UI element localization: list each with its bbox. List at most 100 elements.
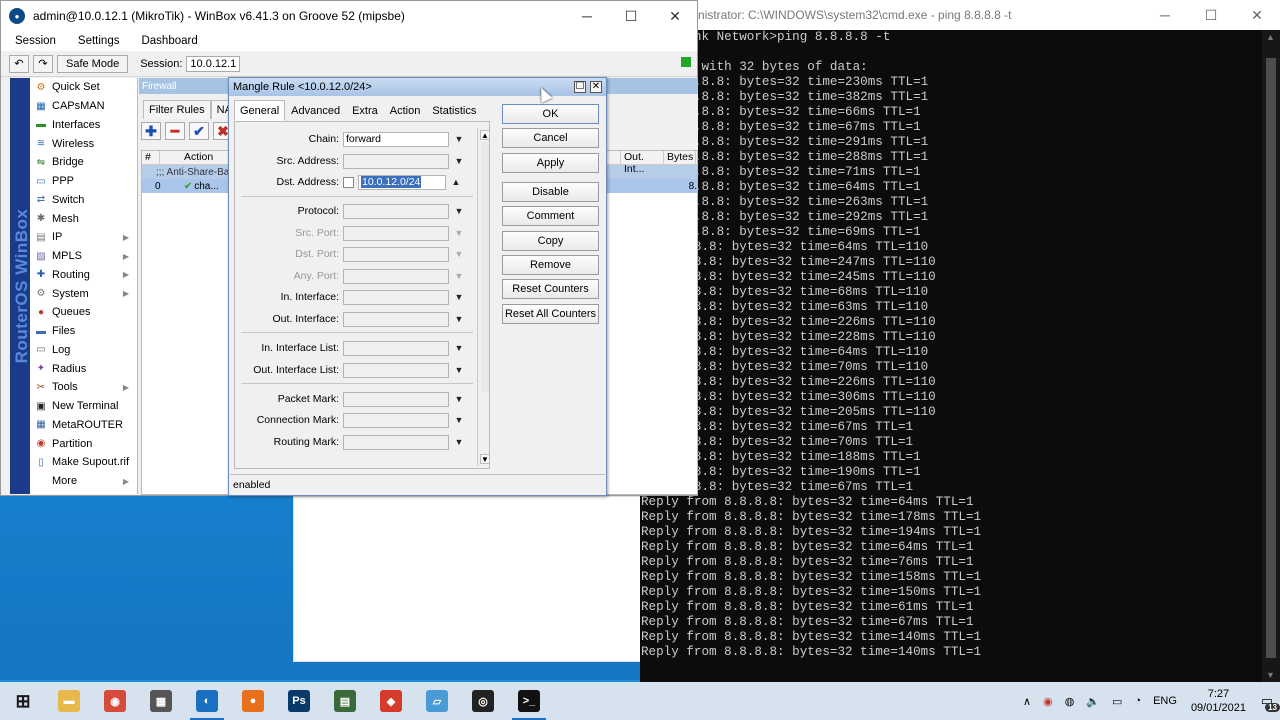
tab-action[interactable]: Action: [384, 100, 427, 121]
dialog-maximize-icon[interactable]: ☐: [574, 81, 586, 93]
routing-mark-dropdown-icon[interactable]: ▼: [454, 437, 464, 447]
cmd-taskbar-icon[interactable]: >_: [506, 682, 552, 720]
tray-security-icon[interactable]: ◍: [1065, 695, 1075, 708]
enable-icon[interactable]: ✔: [189, 122, 209, 140]
column-bytes[interactable]: Bytes: [664, 151, 696, 164]
dialog-close-icon[interactable]: ✕: [590, 81, 602, 93]
close-icon[interactable]: ✕: [653, 1, 697, 31]
in-interface-list-field[interactable]: [343, 340, 449, 356]
menu-session[interactable]: Session: [1, 35, 64, 47]
in-interface-list-dropdown-icon[interactable]: ▼: [454, 343, 464, 353]
sidebar-item-more[interactable]: More ▶: [30, 472, 137, 491]
sidebar-item-mpls[interactable]: ▨ MPLS ▶: [30, 247, 137, 266]
scroll-down-icon[interactable]: ▼: [480, 454, 490, 464]
sidebar-item-bridge[interactable]: ⇋ Bridge: [30, 153, 137, 172]
reset-counters-button[interactable]: Reset Counters: [502, 279, 599, 299]
obs-icon[interactable]: ◎: [460, 682, 506, 720]
app-icon[interactable]: ▤: [322, 682, 368, 720]
in-interface-dropdown-icon[interactable]: ▼: [454, 292, 464, 302]
copy-button[interactable]: Copy: [502, 231, 599, 251]
safe-mode-button[interactable]: Safe Mode: [57, 54, 129, 73]
packet-mark-dropdown-icon[interactable]: ▼: [454, 394, 464, 404]
apply-button[interactable]: Apply: [502, 153, 599, 173]
remove-icon[interactable]: ━: [165, 122, 185, 140]
notifications-icon[interactable]: ▭ 13: [1254, 691, 1280, 712]
tray-chevron-icon[interactable]: ∧: [1023, 695, 1031, 708]
firefox-icon[interactable]: ●: [230, 682, 276, 720]
sidebar-item-partition[interactable]: ◉ Partition: [30, 434, 137, 453]
chrome-icon[interactable]: ◉: [92, 682, 138, 720]
winbox-taskbar-icon[interactable]: ◐: [184, 682, 230, 720]
scroll-up-icon[interactable]: ▲: [1266, 32, 1275, 42]
tab-statistics[interactable]: Statistics: [426, 100, 482, 121]
language-indicator[interactable]: ENG: [1153, 695, 1177, 707]
maximize-icon[interactable]: ☐: [609, 1, 653, 31]
sidebar-item-new-terminal[interactable]: ▣ New Terminal: [30, 397, 137, 416]
tab-advanced[interactable]: Advanced: [285, 100, 346, 121]
chain-field[interactable]: forward: [343, 131, 449, 147]
store-icon[interactable]: ▦: [138, 682, 184, 720]
notepad-icon[interactable]: ▱: [414, 682, 460, 720]
sidebar-item-switch[interactable]: ⇄ Switch: [30, 191, 137, 210]
scroll-track[interactable]: [481, 142, 489, 392]
minimize-icon[interactable]: ─: [565, 1, 609, 31]
routing-mark-field[interactable]: [343, 434, 449, 450]
ok-button[interactable]: OK: [502, 104, 599, 124]
file-explorer-icon[interactable]: ▬: [46, 682, 92, 720]
sidebar-item-files[interactable]: ▬ Files: [30, 322, 137, 341]
sidebar-item-tools[interactable]: ✂ Tools ▶: [30, 378, 137, 397]
sidebar-item-metarouter[interactable]: ▦ MetaROUTER: [30, 416, 137, 435]
sidebar-item-mesh[interactable]: ✱ Mesh: [30, 209, 137, 228]
sidebar-item-quick-set[interactable]: ⚙ Quick Set: [30, 78, 137, 97]
column-action[interactable]: Action: [160, 151, 230, 164]
menu-dashboard[interactable]: Dashboard: [127, 35, 205, 47]
cmd-scrollbar[interactable]: ▲ ▼: [1262, 30, 1280, 682]
menu-settings[interactable]: Settings: [64, 35, 128, 47]
sidebar-item-radius[interactable]: ✦ Radius: [30, 359, 137, 378]
scroll-down-icon[interactable]: ▼: [1266, 670, 1275, 680]
tray-app-icon[interactable]: ◉: [1043, 695, 1053, 708]
sidebar-item-ip[interactable]: ▤ IP ▶: [30, 228, 137, 247]
sidebar-item-queues[interactable]: ● Queues: [30, 303, 137, 322]
sidebar-item-routing[interactable]: ✚ Routing ▶: [30, 266, 137, 285]
sidebar-item-interfaces[interactable]: ▬ Interfaces: [30, 116, 137, 135]
sidebar-item-make-supout-rif[interactable]: ▯ Make Supout.rif: [30, 453, 137, 472]
column-number[interactable]: #: [142, 151, 160, 164]
reset-all-counters-button[interactable]: Reset All Counters: [502, 304, 599, 324]
packet-mark-field[interactable]: [343, 391, 449, 407]
out-interface-field[interactable]: [343, 311, 449, 327]
app-red-icon[interactable]: ◆: [368, 682, 414, 720]
maximize-icon[interactable]: ☐: [1188, 0, 1234, 30]
dialog-scrollbar[interactable]: ▲ ▼: [477, 128, 491, 466]
tab-general[interactable]: General: [234, 100, 286, 121]
sidebar-item-capsman[interactable]: ▦ CAPsMAN: [30, 97, 137, 116]
out-interface-dropdown-icon[interactable]: ▼: [454, 314, 464, 324]
in-interface-field[interactable]: [343, 289, 449, 305]
sidebar-item-system[interactable]: ⚙ System ▶: [30, 284, 137, 303]
connection-mark-field[interactable]: [343, 412, 449, 428]
out-interface-list-dropdown-icon[interactable]: ▼: [454, 365, 464, 375]
battery-icon[interactable]: ▭: [1112, 695, 1122, 708]
sidebar-item-ppp[interactable]: ▭ PPP: [30, 172, 137, 191]
undo-button[interactable]: ↶: [9, 54, 29, 73]
volume-icon[interactable]: 🔈: [1086, 695, 1100, 708]
session-field[interactable]: 10.0.12.1: [186, 55, 241, 72]
dst-address-invert-checkbox[interactable]: [343, 176, 354, 188]
remove-button[interactable]: Remove: [502, 255, 599, 275]
network-icon[interactable]: ◔: [1134, 695, 1141, 707]
sidebar-item-log[interactable]: ▭ Log: [30, 341, 137, 360]
close-icon[interactable]: ✕: [1234, 0, 1280, 30]
photoshop-icon[interactable]: Ps: [276, 682, 322, 720]
protocol-dropdown-icon[interactable]: ▼: [454, 206, 464, 216]
start-button[interactable]: ⊞: [0, 682, 46, 720]
scroll-up-icon[interactable]: ▲: [480, 130, 490, 140]
sidebar-item-wireless[interactable]: ≋ Wireless: [30, 134, 137, 153]
disable-button[interactable]: Disable: [502, 182, 599, 202]
minimize-icon[interactable]: ─: [1142, 0, 1188, 30]
connection-mark-dropdown-icon[interactable]: ▼: [454, 415, 464, 425]
tab-extra[interactable]: Extra: [346, 100, 384, 121]
dst-address-field[interactable]: 10.0.12.0/24: [358, 174, 446, 190]
cmd-titlebar[interactable]: nistrator: C:\WINDOWS\system32\cmd.exe -…: [640, 0, 1280, 30]
cmd-output[interactable]: \AND-Link Network>ping 8.8.8.8 -t 8.8.8.8…: [640, 30, 1262, 682]
protocol-field[interactable]: [343, 203, 449, 219]
